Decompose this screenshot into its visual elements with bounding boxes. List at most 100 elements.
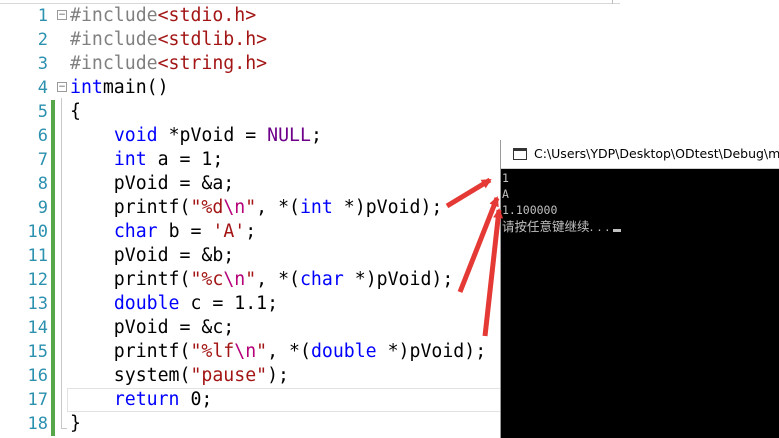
code-token: int	[299, 197, 333, 218]
line-number: 3	[37, 54, 48, 74]
code-text[interactable]: printf("%d\n", *(int *)pVoid);	[70, 196, 443, 220]
console-output-line: 1.100000	[502, 203, 558, 217]
console-output-line: 1	[502, 171, 509, 185]
line-number: 11	[27, 246, 48, 266]
code-text[interactable]: }	[70, 412, 81, 436]
change-bar	[51, 412, 55, 436]
line-number: 12	[27, 270, 48, 290]
code-text[interactable]: #include<stdio.h>	[70, 4, 256, 28]
code-text[interactable]: void *pVoid = NULL;	[70, 124, 322, 148]
code-token: "	[245, 197, 257, 218]
code-text[interactable]: system("pause");	[70, 364, 289, 388]
code-text[interactable]: int a = 1;	[70, 148, 224, 172]
code-text[interactable]: pVoid = &a;	[70, 172, 234, 196]
code-text[interactable]: double c = 1.1;	[70, 292, 278, 316]
code-token: char	[299, 269, 344, 290]
code-token: int	[113, 149, 147, 170]
code-token: "%c	[190, 269, 224, 290]
change-bar	[51, 316, 55, 340]
code-token: ;	[310, 125, 322, 146]
console-title-bar[interactable]: C:\Users\YDP\Desktop\ODtest\Debug\mod	[501, 140, 779, 169]
code-text[interactable]: pVoid = &b;	[70, 244, 234, 268]
code-line-3[interactable]: 3 #include<string.h>	[0, 52, 779, 76]
code-token: );	[267, 365, 290, 386]
change-bar	[51, 148, 55, 172]
code-token: , *(	[256, 197, 300, 218]
code-token: c = 1.1;	[179, 293, 279, 314]
code-token: 0;	[179, 389, 213, 410]
code-token: pVoid = &a;	[70, 173, 235, 194]
code-token: "	[256, 341, 268, 362]
line-number: 15	[27, 342, 48, 362]
code-token: main()	[102, 77, 169, 98]
code-token: {	[70, 101, 81, 122]
code-text[interactable]: intmain()	[70, 76, 169, 100]
code-token: <stdlib.h>	[157, 29, 268, 50]
fold-collapse-icon[interactable]: −	[57, 10, 67, 20]
code-text[interactable]: return 0;	[70, 388, 213, 412]
code-token: ;	[245, 221, 257, 242]
code-token: *pVoid =	[157, 125, 268, 146]
console-window[interactable]: C:\Users\YDP\Desktop\ODtest\Debug\mod 1 …	[500, 140, 779, 438]
change-bar	[51, 388, 55, 412]
line-number: 7	[37, 150, 48, 170]
code-token: char	[113, 221, 158, 242]
console-output-line: A	[502, 187, 509, 201]
code-line-5[interactable]: 5{	[0, 100, 779, 124]
code-token: NULL	[267, 125, 311, 146]
console-title: C:\Users\YDP\Desktop\ODtest\Debug\mod	[534, 146, 779, 161]
fold-collapse-icon[interactable]: −	[57, 82, 67, 92]
line-number: 5	[37, 102, 48, 122]
code-token: printf(	[70, 341, 191, 362]
code-token: 'A'	[212, 221, 246, 242]
code-text[interactable]: printf("%lf\n", *(double *)pVoid);	[70, 340, 486, 364]
line-number: 10	[27, 222, 48, 242]
code-token: *)pVoid);	[376, 341, 487, 362]
code-token: \n	[223, 269, 246, 290]
change-bar	[51, 340, 55, 364]
code-text[interactable]: #include<stdlib.h>	[70, 28, 267, 52]
code-line-4[interactable]: 4− intmain()	[0, 76, 779, 100]
line-number: 8	[37, 174, 48, 194]
change-bar	[51, 100, 55, 124]
code-token: *)pVoid);	[343, 269, 454, 290]
code-token: a = 1;	[146, 149, 224, 170]
change-bar	[51, 220, 55, 244]
code-token: printf(	[70, 269, 191, 290]
change-bar	[51, 292, 55, 316]
code-token: double	[310, 341, 377, 362]
code-token: }	[70, 413, 81, 434]
code-text[interactable]: {	[70, 100, 81, 124]
console-cursor	[613, 229, 622, 232]
code-token: pVoid = &c;	[70, 317, 235, 338]
code-token: <stdio.h>	[157, 5, 257, 26]
code-token: *)pVoid);	[332, 197, 443, 218]
code-token: "%d	[190, 197, 224, 218]
line-number: 9	[37, 198, 48, 218]
code-text[interactable]: char b = 'A';	[70, 220, 256, 244]
code-token: "	[245, 269, 257, 290]
line-number: 16	[27, 366, 48, 386]
code-text[interactable]: printf("%c\n", *(char *)pVoid);	[70, 268, 454, 292]
change-bar	[51, 172, 55, 196]
code-token: void	[113, 125, 158, 146]
change-bar	[51, 268, 55, 292]
code-token: #include	[70, 29, 158, 50]
code-token: b =	[157, 221, 213, 242]
line-number: 17	[27, 390, 48, 410]
line-number: 14	[27, 318, 48, 338]
code-line-1[interactable]: 1− #include<stdio.h>	[0, 4, 779, 28]
code-text[interactable]: pVoid = &c;	[70, 316, 234, 340]
code-token: pVoid = &b;	[70, 245, 235, 266]
code-line-2[interactable]: 2 #include<stdlib.h>	[0, 28, 779, 52]
change-bar	[51, 124, 55, 148]
line-number: 4	[37, 78, 48, 98]
console-prompt-line: 请按任意键继续. . .	[502, 219, 622, 234]
code-text[interactable]: #include<string.h>	[70, 52, 267, 76]
change-bar	[51, 244, 55, 268]
code-token: , *(	[267, 341, 311, 362]
code-token: "%lf	[190, 341, 235, 362]
